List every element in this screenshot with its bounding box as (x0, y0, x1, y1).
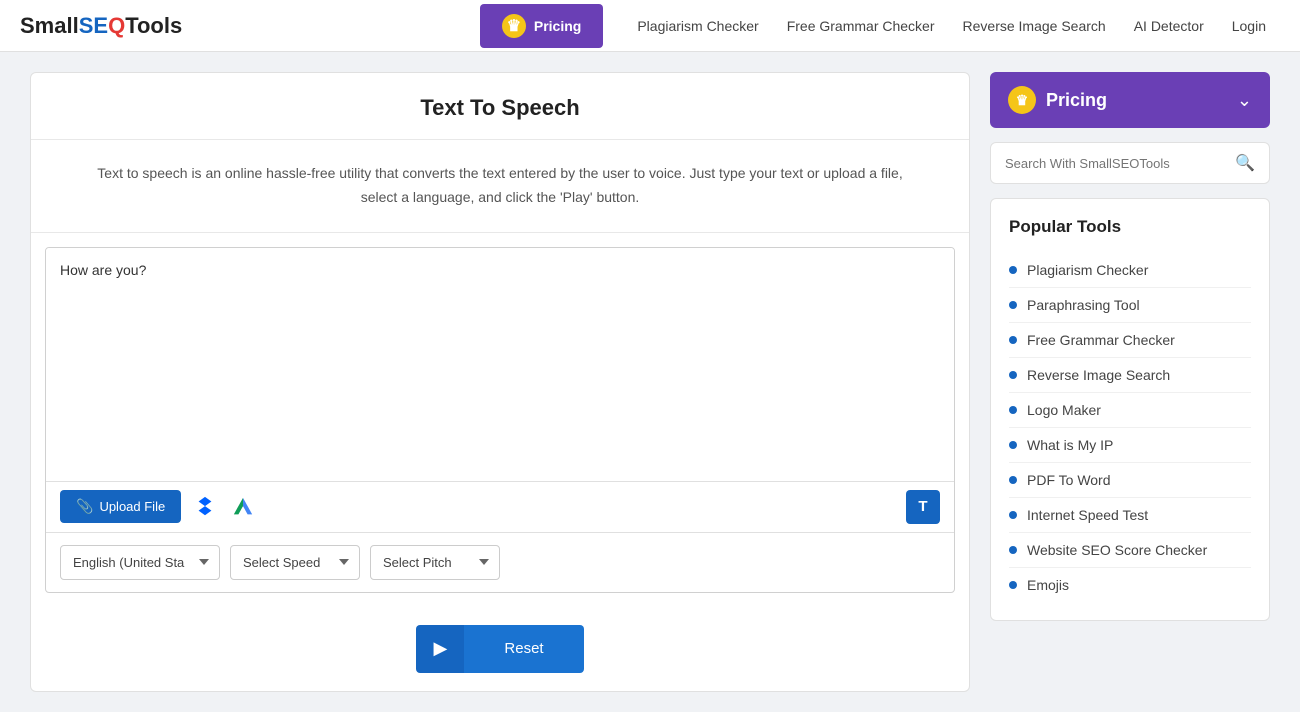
tool-item-plagiarism-checker[interactable]: Plagiarism Checker (1009, 253, 1251, 288)
tools-list: Plagiarism Checker Paraphrasing Tool Free … (1009, 253, 1251, 602)
speed-select[interactable]: Select Speed (230, 545, 360, 580)
char-counter-button[interactable]: T (906, 490, 940, 524)
dropbox-icon[interactable] (191, 493, 219, 521)
pricing-panel-title: ♛ Pricing (1008, 86, 1107, 114)
main-layout: Text To Speech Text to speech is an onli… (10, 52, 1290, 712)
logo-small-text: Small (20, 13, 79, 39)
tool-dot-icon (1009, 511, 1017, 519)
search-icon: 🔍 (1235, 153, 1255, 173)
sidebar-crown-icon: ♛ (1008, 86, 1036, 114)
tool-label: Logo Maker (1027, 402, 1101, 418)
logo[interactable]: SmallSEQTools (20, 13, 182, 39)
tool-label: Internet Speed Test (1027, 507, 1148, 523)
search-input[interactable] (1005, 156, 1227, 171)
textarea-wrapper: How are you? 📎 Upload File (45, 247, 955, 593)
tool-item-internet-speed-test[interactable]: Internet Speed Test (1009, 498, 1251, 533)
language-select[interactable]: English (United Sta (60, 545, 220, 580)
reset-button[interactable]: Reset (464, 625, 583, 673)
page-title: Text To Speech (51, 95, 949, 121)
tool-label: What is My IP (1027, 437, 1113, 453)
tool-label: Website SEO Score Checker (1027, 542, 1207, 558)
upload-file-button[interactable]: 📎 Upload File (60, 490, 181, 523)
description-area: Text to speech is an online hassle-free … (31, 140, 969, 233)
search-box: 🔍 (990, 142, 1270, 184)
action-buttons: ▶ Reset (31, 607, 969, 691)
play-button[interactable]: ▶ (416, 625, 464, 673)
pitch-select[interactable]: Select Pitch (370, 545, 500, 580)
pricing-btn-label: Pricing (534, 18, 581, 34)
tool-dot-icon (1009, 406, 1017, 414)
tool-dot-icon (1009, 301, 1017, 309)
crown-icon: ♛ (502, 14, 526, 38)
nav-ai-detector[interactable]: AI Detector (1120, 18, 1218, 34)
tool-dot-icon (1009, 371, 1017, 379)
tool-item-website-seo-score-checker[interactable]: Website SEO Score Checker (1009, 533, 1251, 568)
nav-login[interactable]: Login (1218, 18, 1280, 34)
tool-dot-icon (1009, 441, 1017, 449)
tool-dot-icon (1009, 266, 1017, 274)
nav-plagiarism-checker[interactable]: Plagiarism Checker (623, 18, 772, 34)
pricing-panel-header: ♛ Pricing ⌄ (990, 72, 1270, 128)
paperclip-icon: 📎 (76, 498, 93, 515)
tool-item-reverse-image-search[interactable]: Reverse Image Search (1009, 358, 1251, 393)
tool-label: Plagiarism Checker (1027, 262, 1148, 278)
pricing-button[interactable]: ♛ Pricing (480, 4, 603, 48)
tool-label: PDF To Word (1027, 472, 1111, 488)
text-input[interactable]: How are you? (46, 248, 954, 478)
gdrive-icon[interactable] (229, 493, 257, 521)
description-text: Text to speech is an online hassle-free … (91, 162, 909, 210)
sidebar: ♛ Pricing ⌄ 🔍 Popular Tools Plagiarism C… (990, 72, 1270, 692)
header: SmallSEQTools ♛ Pricing Plagiarism Check… (0, 0, 1300, 52)
pricing-panel: ♛ Pricing ⌄ (990, 72, 1270, 128)
tool-item-what-is-my-ip[interactable]: What is My IP (1009, 428, 1251, 463)
tool-dot-icon (1009, 336, 1017, 344)
logo-q-text: Q (108, 13, 125, 39)
tool-item-pdf-to-word[interactable]: PDF To Word (1009, 463, 1251, 498)
controls-bar: English (United Sta Select Speed Select … (46, 532, 954, 592)
tool-dot-icon (1009, 476, 1017, 484)
tool-dot-icon (1009, 581, 1017, 589)
logo-seo-text: SE (79, 13, 108, 39)
nav-free-grammar-checker[interactable]: Free Grammar Checker (773, 18, 949, 34)
header-nav: ♛ Pricing Plagiarism Checker Free Gramma… (480, 4, 1280, 48)
nav-reverse-image-search[interactable]: Reverse Image Search (949, 18, 1120, 34)
tool-label: Free Grammar Checker (1027, 332, 1175, 348)
tool-label: Reverse Image Search (1027, 367, 1170, 383)
sidebar-pricing-title: Pricing (1046, 90, 1107, 111)
chevron-down-icon[interactable]: ⌄ (1237, 90, 1252, 111)
tool-item-emojis[interactable]: Emojis (1009, 568, 1251, 602)
char-counter-icon: T (918, 498, 927, 515)
tool-label: Emojis (1027, 577, 1069, 593)
tool-item-free-grammar-checker[interactable]: Free Grammar Checker (1009, 323, 1251, 358)
page-title-bar: Text To Speech (31, 73, 969, 140)
popular-tools-panel: Popular Tools Plagiarism Checker Paraphra… (990, 198, 1270, 621)
toolbar: 📎 Upload File T (46, 481, 954, 532)
tool-label: Paraphrasing Tool (1027, 297, 1140, 313)
popular-tools-title: Popular Tools (1009, 217, 1251, 237)
tool-item-logo-maker[interactable]: Logo Maker (1009, 393, 1251, 428)
logo-tools-text: Tools (125, 13, 182, 39)
upload-btn-label: Upload File (99, 499, 165, 514)
tool-item-paraphrasing-tool[interactable]: Paraphrasing Tool (1009, 288, 1251, 323)
tool-dot-icon (1009, 546, 1017, 554)
content-area: Text To Speech Text to speech is an onli… (30, 72, 970, 692)
